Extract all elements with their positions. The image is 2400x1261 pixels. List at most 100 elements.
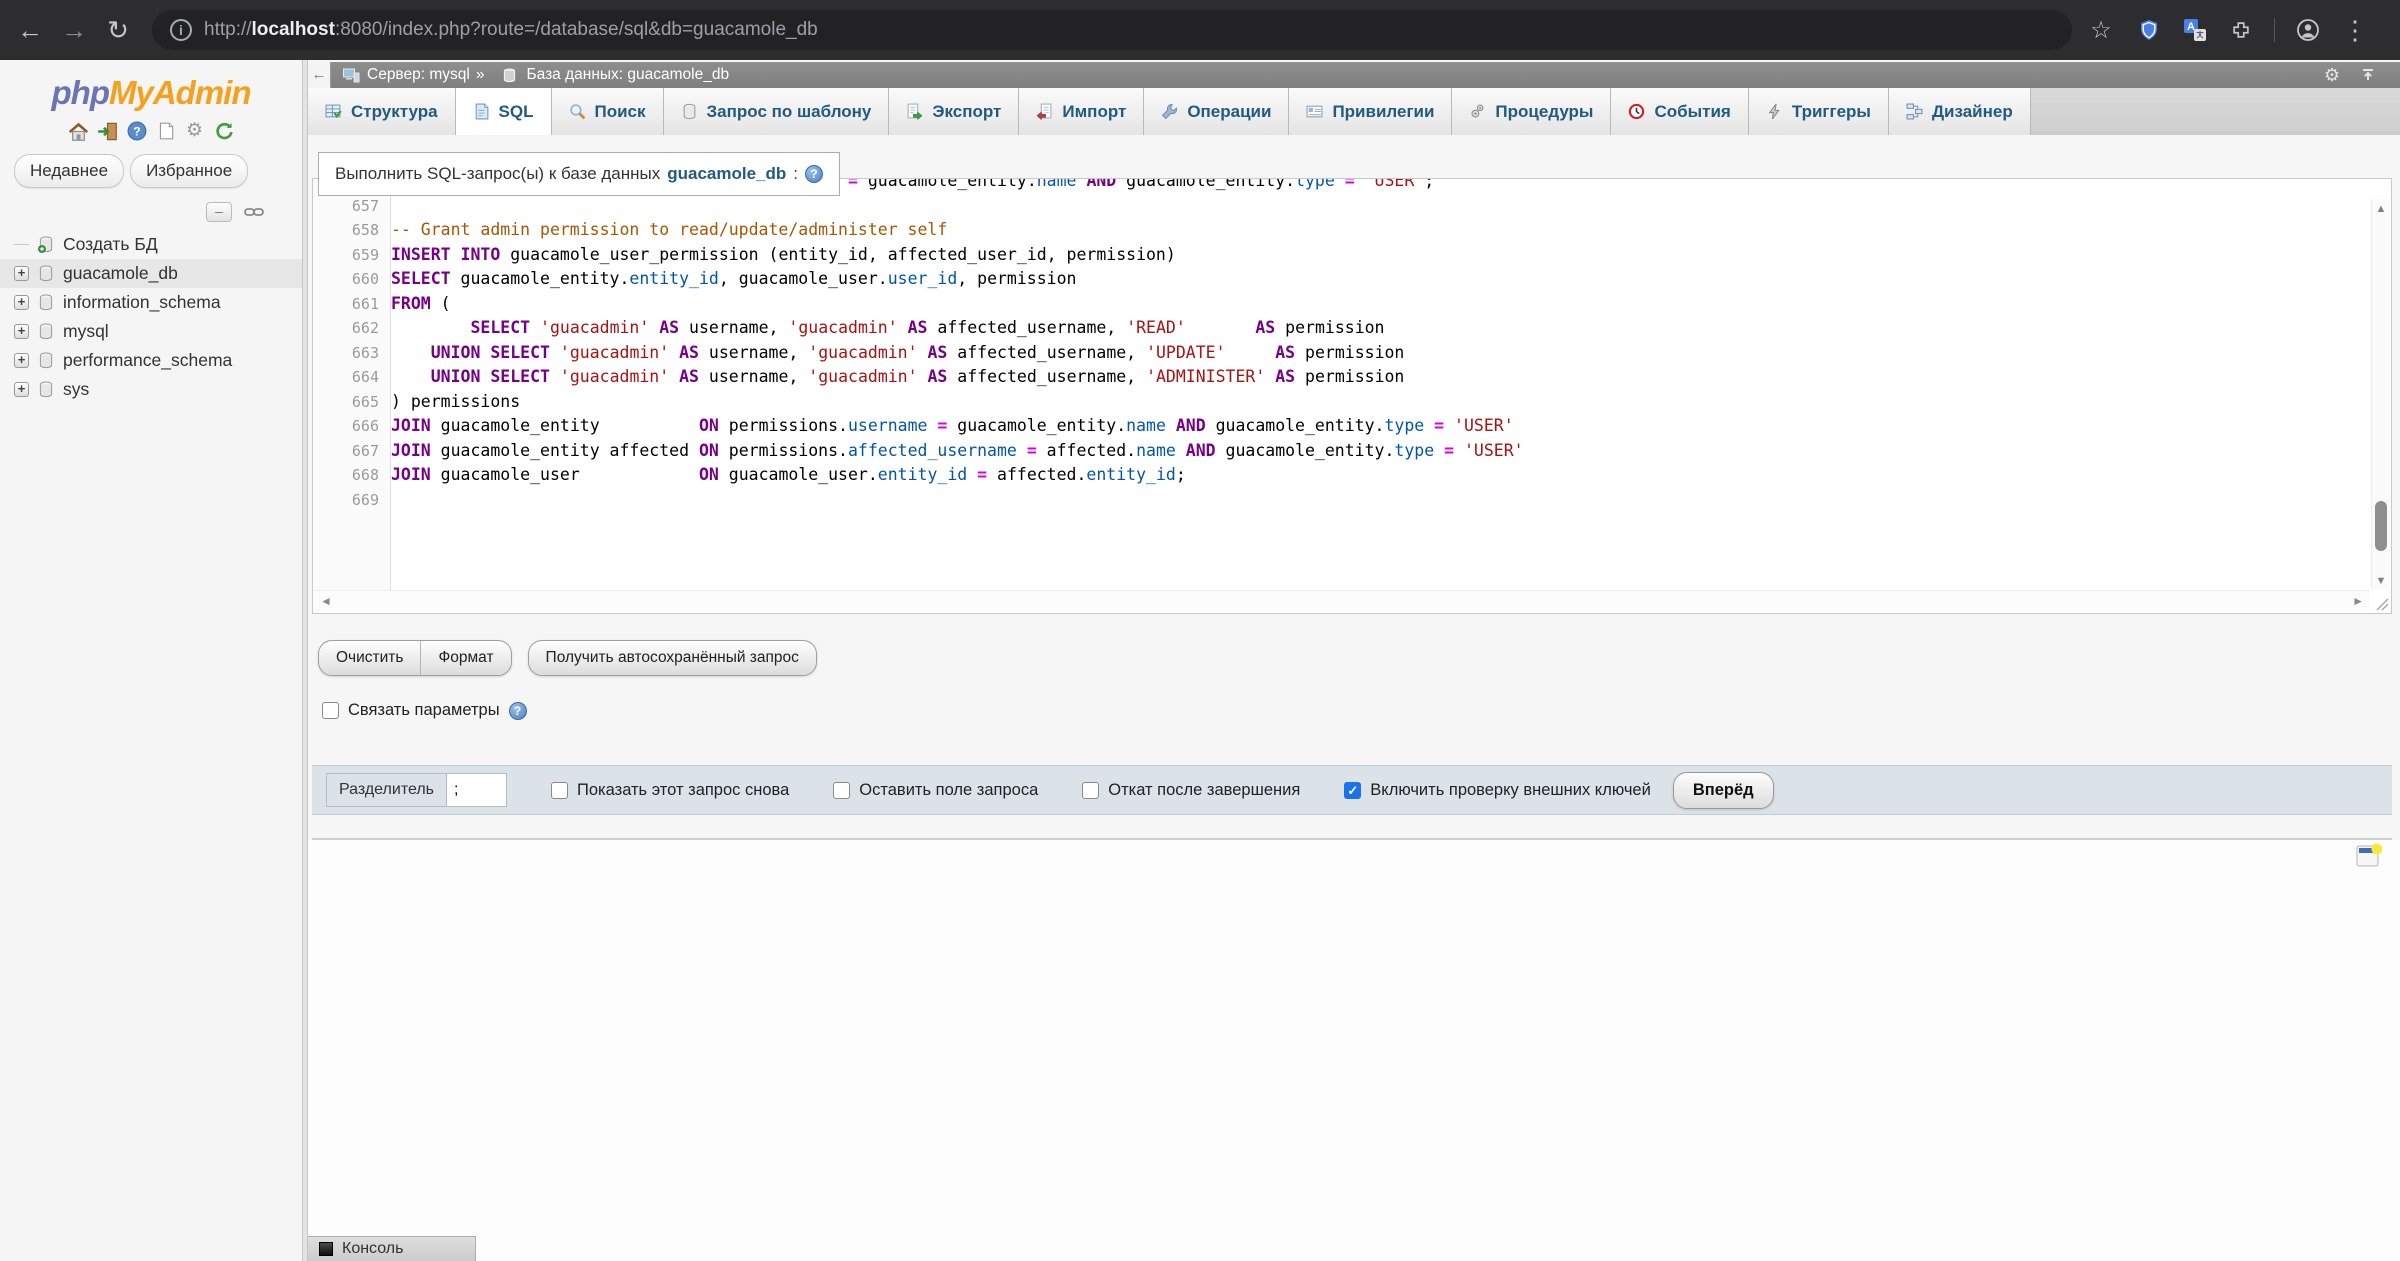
- home-icon[interactable]: [68, 120, 90, 142]
- tab-structure[interactable]: Структура: [308, 88, 456, 135]
- scroll-up-arrow-icon[interactable]: ▲: [2372, 203, 2390, 215]
- tab-label: Структура: [351, 102, 438, 122]
- reload-icon[interactable]: ↻: [96, 15, 140, 46]
- option-checkbox-2[interactable]: [1082, 782, 1099, 799]
- expand-icon[interactable]: +: [14, 324, 29, 339]
- code-line-664: 664 UNION SELECT 'guacadmin' AS username…: [313, 365, 2370, 390]
- forward-icon[interactable]: →: [52, 15, 96, 46]
- help-icon[interactable]: ?: [126, 120, 148, 142]
- back-icon[interactable]: ←: [8, 15, 52, 46]
- tree-item-new-database[interactable]: Создать БД: [0, 230, 302, 259]
- tree-item-guacamole-db[interactable]: +guacamole_db: [0, 259, 302, 288]
- bind-parameters-help-icon[interactable]: ?: [509, 702, 527, 720]
- tab-triggers[interactable]: Триггеры: [1749, 88, 1889, 135]
- database-icon: [38, 323, 55, 341]
- tab-query-template[interactable]: Запрос по шаблону: [664, 88, 890, 135]
- svg-text:?: ?: [133, 124, 140, 138]
- get-autosaved-query-button[interactable]: Получить автосохранённый запрос: [529, 641, 816, 675]
- database-icon: [38, 381, 55, 399]
- tab-search[interactable]: Поиск: [552, 88, 664, 135]
- tree-item-mysql[interactable]: +mysql: [0, 317, 302, 346]
- tab-operations[interactable]: Операции: [1144, 88, 1289, 135]
- recent-button[interactable]: Недавнее: [14, 154, 124, 188]
- database-icon: [38, 352, 55, 370]
- extensions-icon[interactable]: [2228, 17, 2254, 43]
- console-toggle[interactable]: Консоль: [308, 1236, 476, 1261]
- shield-extension-icon[interactable]: [2136, 17, 2162, 43]
- tree-item-sys[interactable]: +sys: [0, 375, 302, 404]
- format-button[interactable]: Формат: [421, 641, 510, 675]
- scroll-left-arrow-icon[interactable]: ◄: [320, 594, 332, 608]
- tab-label: Операции: [1187, 102, 1271, 122]
- favorites-button[interactable]: Избранное: [130, 154, 248, 188]
- breadcrumb-database[interactable]: База данных: guacamole_db: [526, 66, 729, 84]
- line-number: 665: [313, 390, 391, 415]
- address-bar[interactable]: i http://localhost:8080/index.php?route=…: [152, 10, 2072, 50]
- expand-icon[interactable]: +: [14, 266, 29, 281]
- page-settings-gear-icon[interactable]: ⚙: [2322, 65, 2342, 85]
- page-related-settings-icon[interactable]: [2355, 843, 2382, 870]
- clear-button[interactable]: Очистить: [319, 641, 421, 675]
- option-checkbox-1[interactable]: [833, 782, 850, 799]
- database-link[interactable]: guacamole_db: [667, 164, 786, 184]
- panel-quick-buttons: Недавнее Избранное: [14, 154, 302, 188]
- structure-icon: [325, 103, 342, 120]
- privileges-icon: [1306, 103, 1323, 120]
- hide-panel-arrow[interactable]: ←: [308, 62, 331, 88]
- tab-procedures[interactable]: Процедуры: [1452, 88, 1611, 135]
- tree-tools: –: [0, 202, 266, 222]
- tab-privileges[interactable]: Привилегии: [1289, 88, 1452, 135]
- phpmyadmin-app: phpMyAdmin ? ⚙ Недавнее Избранное –: [0, 60, 2400, 1261]
- tab-sql[interactable]: SQL: [456, 88, 552, 135]
- tab-import[interactable]: Импорт: [1019, 88, 1144, 135]
- sql-help-icon[interactable]: ?: [805, 165, 823, 183]
- profile-icon[interactable]: [2295, 17, 2321, 43]
- logout-icon[interactable]: [97, 120, 119, 142]
- code-line-660: 660SELECT guacamole_entity.entity_id, gu…: [313, 267, 2370, 292]
- delimiter-group: Разделитель: [326, 773, 507, 807]
- line-number: 661: [313, 292, 391, 317]
- sql-code-area[interactable]: 656JOIN guacamole_entity ON permissions.…: [313, 179, 2370, 590]
- collapse-all-button[interactable]: –: [206, 202, 232, 222]
- breadcrumb-separator: »: [476, 66, 485, 84]
- editor-vertical-scrollbar[interactable]: ▲ ▼: [2371, 199, 2390, 589]
- code-line-661: 661FROM (: [313, 292, 2370, 317]
- tab-label: Процедуры: [1495, 102, 1593, 122]
- bind-parameters-checkbox[interactable]: [322, 702, 339, 719]
- tab-designer[interactable]: Дизайнер: [1889, 88, 2031, 135]
- section-divider: [312, 838, 2392, 840]
- tree-item-label: Создать БД: [63, 234, 158, 255]
- vertical-scroll-thumb[interactable]: [2375, 501, 2387, 551]
- line-code: JOIN guacamole_entity ON permissions.use…: [391, 414, 1514, 439]
- tab-export[interactable]: Экспорт: [889, 88, 1019, 135]
- editor-horizontal-scrollbar[interactable]: ◄ ►: [314, 590, 2370, 612]
- tree-item-information-schema[interactable]: +information_schema: [0, 288, 302, 317]
- translate-icon[interactable]: A: [2182, 17, 2208, 43]
- refresh-icon[interactable]: [213, 120, 235, 142]
- tab-label: Дизайнер: [1932, 102, 2013, 122]
- delimiter-input[interactable]: [446, 774, 506, 806]
- scroll-right-arrow-icon[interactable]: ►: [2352, 594, 2364, 608]
- line-number: 660: [313, 267, 391, 292]
- option-checkbox-0[interactable]: [551, 782, 568, 799]
- scroll-top-icon[interactable]: [2358, 65, 2378, 85]
- tree-item-performance-schema[interactable]: +performance_schema: [0, 346, 302, 375]
- settings-icon[interactable]: ⚙: [184, 120, 206, 142]
- option-0: Показать этот запрос снова: [551, 781, 789, 800]
- go-button[interactable]: Вперёд: [1673, 772, 1774, 809]
- site-info-icon[interactable]: i: [170, 19, 192, 41]
- breadcrumb-server[interactable]: Сервер: mysql: [367, 66, 470, 84]
- bookmark-star-icon[interactable]: ☆: [2086, 16, 2116, 45]
- scroll-down-arrow-icon[interactable]: ▼: [2372, 575, 2390, 587]
- tab-events[interactable]: События: [1611, 88, 1748, 135]
- expand-icon[interactable]: +: [14, 382, 29, 397]
- option-checkbox-3[interactable]: ✓: [1344, 782, 1361, 799]
- expand-icon[interactable]: +: [14, 295, 29, 310]
- editor-resize-grip[interactable]: [2371, 593, 2389, 611]
- menu-dots-icon[interactable]: ⋮: [2341, 15, 2369, 46]
- expand-icon[interactable]: +: [14, 353, 29, 368]
- docs-icon[interactable]: [155, 120, 177, 142]
- phpmyadmin-logo[interactable]: phpMyAdmin: [0, 74, 302, 112]
- line-number: 666: [313, 414, 391, 439]
- link-with-main-icon[interactable]: [242, 202, 266, 222]
